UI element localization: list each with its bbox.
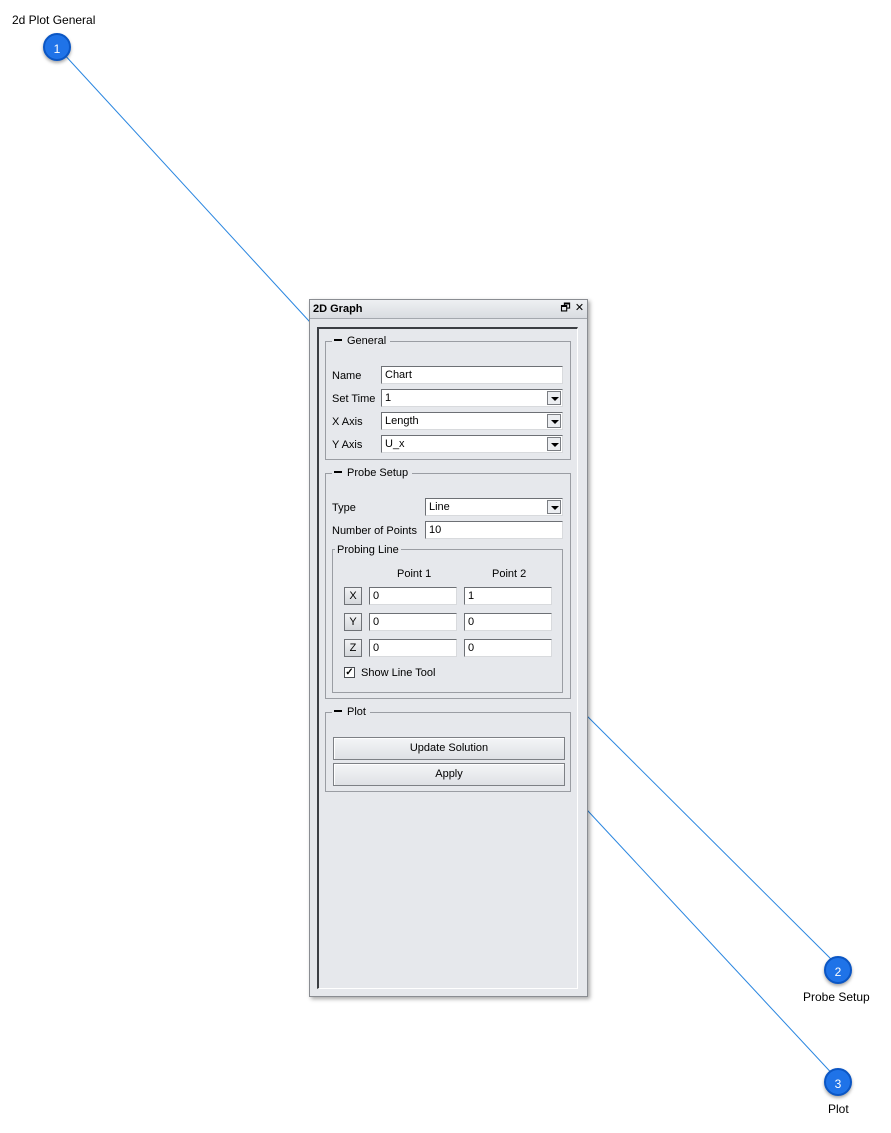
plot-group: Plot Update Solution Apply (325, 705, 571, 792)
show-line-tool-checkbox[interactable]: ✓ (344, 667, 355, 678)
number-of-points-label: Number of Points (332, 525, 417, 537)
z-point-2-input[interactable]: 0 (464, 639, 552, 657)
collapse-icon (334, 710, 342, 713)
graph-panel: 2D Graph 🗗 ✕ General Name Chart Set Time… (309, 299, 588, 997)
y-axis-button[interactable]: Y (344, 613, 362, 631)
callout-line-2 (574, 703, 839, 967)
type-select[interactable]: Line (425, 498, 563, 516)
chevron-down-icon[interactable] (547, 391, 561, 405)
y-axis-label: Y Axis (332, 439, 363, 451)
general-group-header[interactable]: General (332, 334, 391, 348)
callout-badge-3[interactable]: 3 (824, 1068, 852, 1096)
x-point-2-input[interactable]: 1 (464, 587, 552, 605)
x-axis-value: Length (385, 415, 419, 427)
x-axis-select[interactable]: Length (381, 412, 563, 430)
panel-content: General Name Chart Set Time 1 X Axis Len… (317, 327, 578, 989)
z-axis-button[interactable]: Z (344, 639, 362, 657)
update-solution-button[interactable]: Update Solution (333, 737, 565, 760)
probe-setup-group-header[interactable]: Probe Setup (332, 466, 413, 480)
set-time-value: 1 (385, 392, 392, 404)
x-axis-button[interactable]: X (344, 587, 362, 605)
general-heading: General (347, 335, 387, 347)
probing-line-group: Probing Line Point 1 Point 2 X 0 1 Y 0 0… (332, 543, 563, 693)
probe-setup-group: Probe Setup Type Line Number of Points 1… (325, 466, 571, 699)
x-point-1-input[interactable]: 0 (369, 587, 457, 605)
chevron-down-icon[interactable] (547, 414, 561, 428)
plot-group-header[interactable]: Plot (332, 705, 370, 719)
x-axis-label: X Axis (332, 416, 363, 428)
point-2-header: Point 2 (492, 568, 527, 580)
number-of-points-input[interactable]: 10 (425, 521, 563, 539)
callout-badge-2[interactable]: 2 (824, 956, 852, 984)
panel-title: 2D Graph (313, 303, 363, 315)
show-line-tool-label: Show Line Tool (361, 667, 436, 679)
set-time-label: Set Time (332, 393, 376, 405)
y-point-2-input[interactable]: 0 (464, 613, 552, 631)
callout-label-3: Plot (828, 1102, 849, 1116)
collapse-icon (334, 339, 342, 342)
apply-button[interactable]: Apply (333, 763, 565, 786)
chevron-down-icon[interactable] (547, 500, 561, 514)
chevron-down-icon[interactable] (547, 437, 561, 451)
y-point-1-input[interactable]: 0 (369, 613, 457, 631)
z-point-1-input[interactable]: 0 (369, 639, 457, 657)
point-1-header: Point 1 (397, 568, 432, 580)
name-label: Name (332, 370, 362, 382)
collapse-icon (334, 471, 342, 474)
y-axis-value: U_x (385, 438, 405, 450)
set-time-select[interactable]: 1 (381, 389, 563, 407)
name-input[interactable]: Chart (381, 366, 563, 384)
type-value: Line (429, 501, 450, 513)
close-icon[interactable]: ✕ (573, 301, 586, 315)
plot-heading: Plot (347, 706, 366, 718)
callout-badge-1[interactable]: 1 (43, 33, 71, 61)
callout-label-2: Probe Setup (803, 990, 870, 1004)
general-group: General Name Chart Set Time 1 X Axis Len… (325, 334, 571, 460)
type-label: Type (332, 502, 356, 514)
callout-line-3 (574, 796, 839, 1081)
callout-label-1: 2d Plot General (12, 13, 96, 27)
panel-titlebar[interactable]: 2D Graph 🗗 ✕ (310, 300, 587, 319)
restore-window-icon[interactable]: 🗗 (559, 301, 572, 315)
probe-setup-heading: Probe Setup (347, 467, 409, 479)
callout-line-1 (61, 51, 321, 334)
probing-line-heading: Probing Line (335, 543, 401, 557)
y-axis-select[interactable]: U_x (381, 435, 563, 453)
